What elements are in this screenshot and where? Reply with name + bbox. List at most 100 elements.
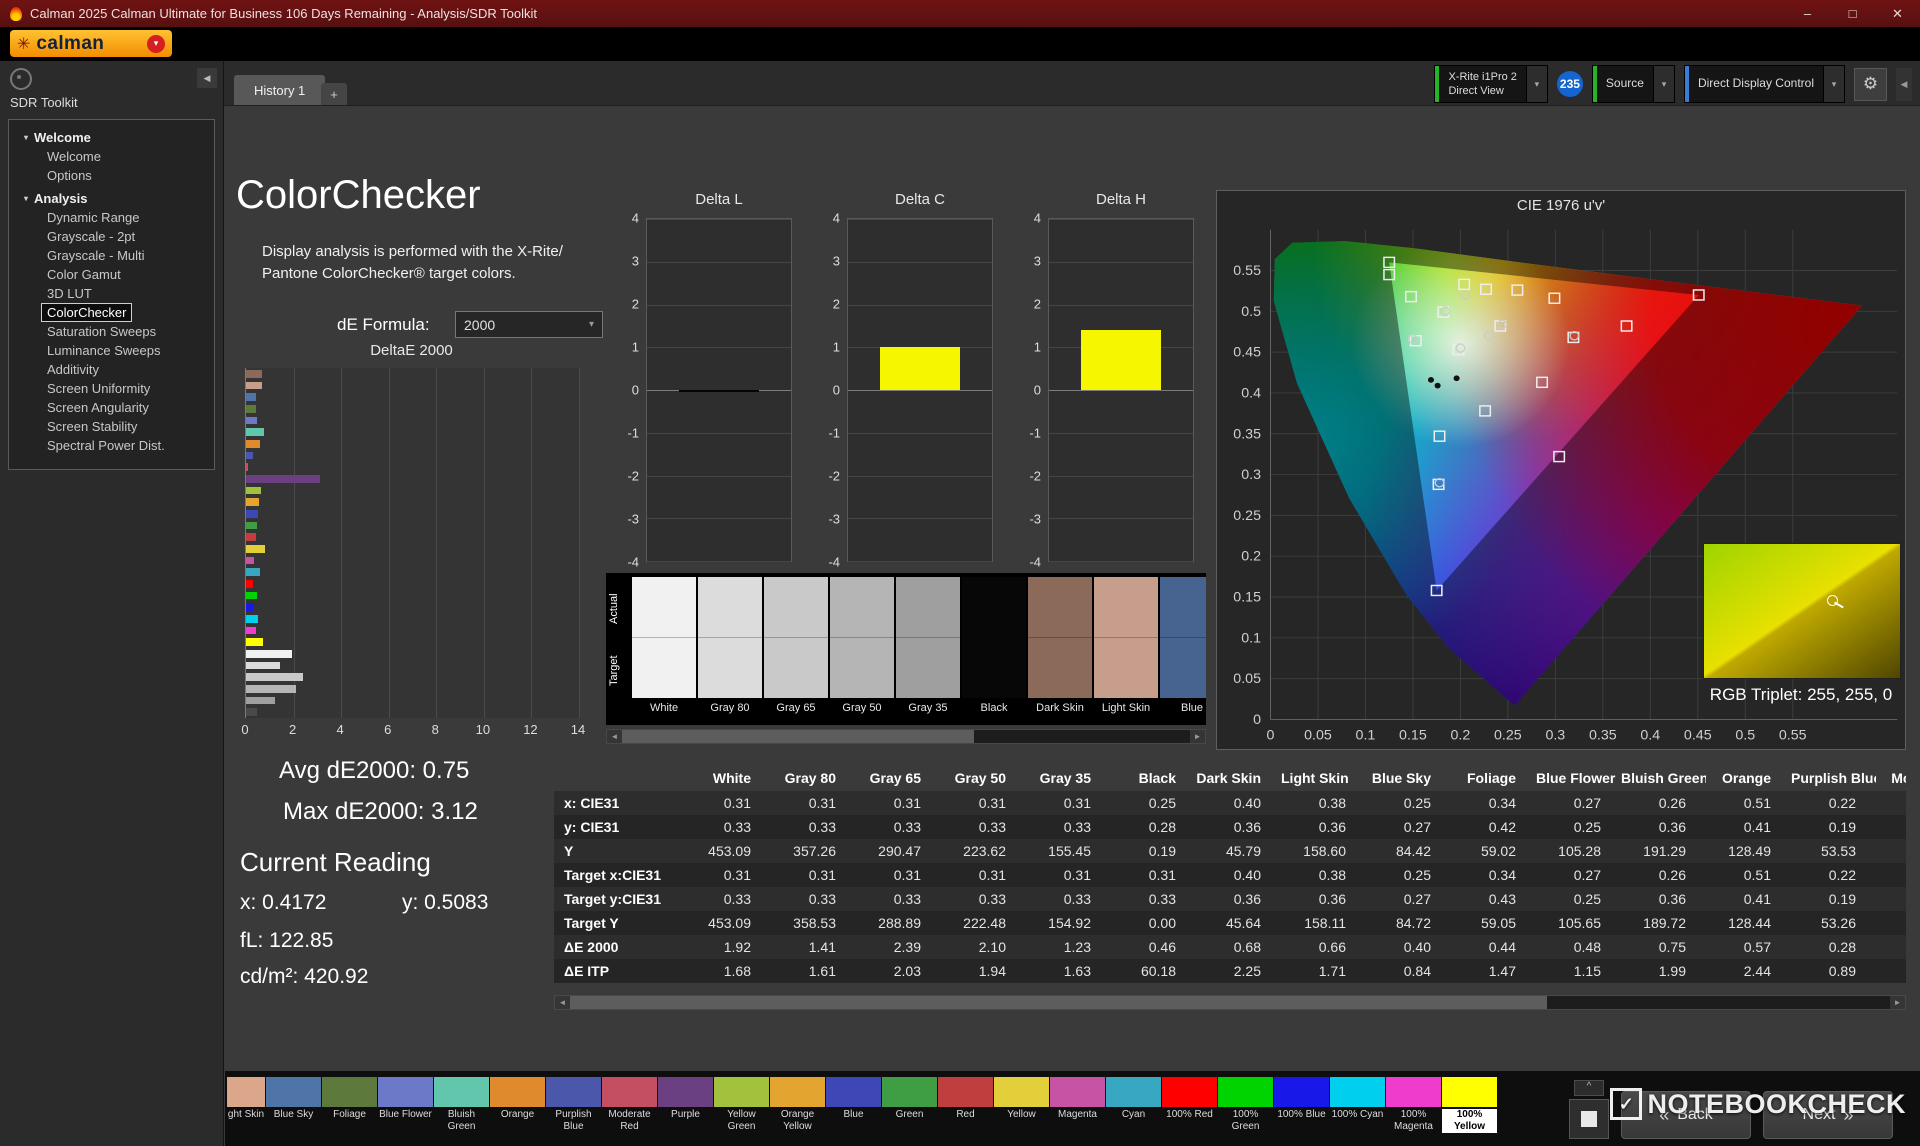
sidebar-item-colorchecker[interactable]: ColorChecker (9, 303, 214, 322)
cell: 0.40 (1196, 791, 1281, 815)
patch-button-100-green[interactable]: 100% Green (1218, 1071, 1273, 1133)
swatch-strip-scrollbar[interactable]: ◄ ► (606, 729, 1206, 744)
current-reading-title: Current Reading (240, 847, 431, 877)
scrollbar-track[interactable] (622, 730, 1190, 743)
cell: 0.27 (1536, 863, 1621, 887)
cell: 453.09 (686, 911, 771, 935)
axis-tick-label: 1 (832, 339, 840, 355)
sidebar-item-screen-uniformity[interactable]: Screen Uniformity (9, 379, 214, 398)
scroll-left-icon[interactable]: ◄ (607, 730, 622, 743)
source-dropdown[interactable]: Source ▾ (1591, 65, 1675, 103)
axis-tick-label: -1 (627, 425, 639, 441)
patch-button-orange-yellow[interactable]: Orange Yellow (770, 1071, 825, 1133)
tree-section-analysis[interactable]: ▾ Analysis (9, 185, 214, 208)
sidebar-item-dynamic-range[interactable]: Dynamic Range (9, 208, 214, 227)
patch-button-blue-sky[interactable]: Blue Sky (266, 1071, 321, 1133)
cell: 84.62 (1876, 911, 1906, 935)
sidebar-item-color-gamut[interactable]: Color Gamut (9, 265, 214, 284)
table-row-target-x-cie31: Target x:CIE31 0.31 0.31 0.31 0.31 0.31 0.31 0.… (554, 863, 1906, 887)
close-button[interactable]: ✕ (1875, 0, 1920, 27)
patch-button-orange[interactable]: Orange (490, 1071, 545, 1133)
collapse-bar-button[interactable]: ^ (1574, 1080, 1604, 1096)
patch-button-blue-flower[interactable]: Blue Flower (378, 1071, 433, 1133)
actual-row-label: Actual (608, 593, 620, 625)
scroll-left-icon[interactable]: ◄ (555, 996, 570, 1009)
scrollbar-thumb[interactable] (622, 730, 975, 743)
swatch-column-gray-50: Gray 50 (830, 577, 894, 725)
patch-button-magenta[interactable]: Magenta (1050, 1071, 1105, 1133)
sidebar-item-screen-angularity[interactable]: Screen Angularity (9, 398, 214, 417)
patch-button-100-red[interactable]: 100% Red (1162, 1071, 1217, 1133)
chevron-down-icon[interactable]: ▾ (1823, 66, 1844, 102)
sidebar-item-screen-stability[interactable]: Screen Stability (9, 417, 214, 436)
logo-dropdown-icon[interactable]: ▾ (147, 34, 165, 53)
patch-button-100-blue[interactable]: 100% Blue (1274, 1071, 1329, 1133)
chevron-down-icon[interactable]: ▾ (1525, 66, 1547, 102)
sidebar-collapse-icon[interactable]: ◀ (197, 68, 217, 88)
svg-text:0.05: 0.05 (1233, 670, 1261, 686)
patch-button-100-cyan[interactable]: 100% Cyan (1330, 1071, 1385, 1133)
cell: 0.89 (1791, 959, 1876, 983)
display-control-dropdown[interactable]: Direct Display Control ▾ (1683, 65, 1845, 103)
workflow-home-button[interactable] (10, 68, 32, 90)
patch-button-100-magenta[interactable]: 100% Magenta (1386, 1071, 1441, 1133)
sidebar-item-options[interactable]: Options (9, 166, 214, 185)
add-tab-button[interactable]: + (321, 83, 347, 105)
maximize-button[interactable]: □ (1830, 0, 1875, 27)
cell: 154.92 (1026, 911, 1111, 935)
deltae-bar-yellow (246, 545, 266, 553)
patch-button-purple[interactable]: Purple (658, 1071, 713, 1133)
calman-logo-text: calman (36, 32, 105, 54)
minimize-button[interactable]: – (1785, 0, 1830, 27)
cell: 357.26 (771, 839, 856, 863)
tree-section-welcome[interactable]: ▾ Welcome (9, 124, 214, 147)
scroll-right-icon[interactable]: ► (1890, 996, 1905, 1009)
table-scrollbar[interactable]: ◄ ► (554, 995, 1906, 1010)
patch-button-blue[interactable]: Blue (826, 1071, 881, 1133)
patch-button-yellow[interactable]: Yellow (994, 1071, 1049, 1133)
svg-text:0.25: 0.25 (1233, 507, 1261, 523)
column-header-bluish-green: Bluish Green (1621, 770, 1706, 786)
cell: 0.27 (1536, 791, 1621, 815)
patch-button-foliage[interactable]: Foliage (322, 1071, 377, 1133)
meter-dropdown[interactable]: X-Rite i1Pro 2 Direct View ▾ (1434, 65, 1548, 103)
deltae-bar-magenta (246, 556, 255, 565)
calman-logo-menu[interactable]: ✳ calman ▾ (10, 30, 172, 57)
cell: 105.65 (1536, 911, 1621, 935)
cell: 0.33 (1026, 887, 1111, 911)
row-label: y: CIE31 (554, 815, 686, 839)
expand-icon: ▾ (24, 194, 29, 203)
patch-button-moderate-red[interactable]: Moderate Red (602, 1071, 657, 1133)
tab-history-1[interactable]: History 1 (234, 75, 326, 105)
gear-icon[interactable]: ⚙ (1854, 67, 1887, 101)
pattern-window-button[interactable] (1569, 1099, 1609, 1139)
patch-button-purplish-blue[interactable]: Purplish Blue (546, 1071, 601, 1133)
patch-button-100-yellow[interactable]: 100% Yellow (1442, 1071, 1497, 1133)
sidebar-item-3d-lut[interactable]: 3D LUT (9, 284, 214, 303)
scrollbar-thumb[interactable] (570, 996, 1547, 1009)
patch-button-ght-skin[interactable]: ght Skin (227, 1071, 265, 1133)
cell: 0.00 (1111, 911, 1196, 935)
delta-c-yaxis: 4 3 2 1 0 -1 -2 -3 -4 (823, 211, 843, 570)
chevron-down-icon[interactable]: ▾ (1652, 66, 1674, 102)
cell: 0.31 (1876, 815, 1906, 839)
patch-button-green[interactable]: Green (882, 1071, 937, 1133)
sidebar-item-welcome[interactable]: Welcome (9, 147, 214, 166)
cell: 0.36 (1621, 887, 1706, 911)
de-formula-select[interactable]: 2000 ▾ (455, 311, 603, 338)
sidebar-item-grayscale-multi[interactable]: Grayscale - Multi (9, 246, 214, 265)
patch-button-cyan[interactable]: Cyan (1106, 1071, 1161, 1133)
scroll-right-icon[interactable]: ► (1190, 730, 1205, 743)
collapse-panel-icon[interactable]: ◀ (1896, 67, 1912, 101)
actual-swatch (896, 577, 960, 637)
sidebar-item-luminance-sweeps[interactable]: Luminance Sweeps (9, 341, 214, 360)
sidebar-item-spectral-power-dist[interactable]: Spectral Power Dist. (9, 436, 214, 455)
scrollbar-track[interactable] (570, 996, 1890, 1009)
sidebar-item-grayscale-2pt[interactable]: Grayscale - 2pt (9, 227, 214, 246)
sidebar-item-additivity[interactable]: Additivity (9, 360, 214, 379)
sidebar-item-saturation-sweeps[interactable]: Saturation Sweeps (9, 322, 214, 341)
patch-button-red[interactable]: Red (938, 1071, 993, 1133)
patch-button-yellow-green[interactable]: Yellow Green (714, 1071, 769, 1133)
patch-button-bluish-green[interactable]: Bluish Green (434, 1071, 489, 1133)
cell: 2.10 (941, 935, 1026, 959)
